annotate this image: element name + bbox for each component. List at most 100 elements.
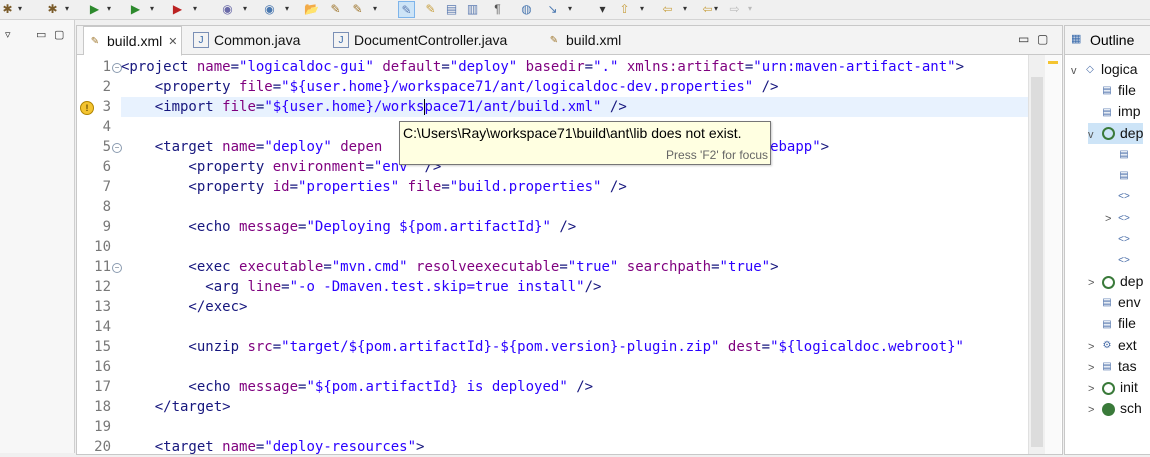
line-number: 13 xyxy=(94,299,111,315)
globe-icon[interactable]: ◍ xyxy=(519,2,534,16)
code-line[interactable]: <import file="${user.home}/workspace71/a… xyxy=(121,97,1029,117)
code-token-val: "true" xyxy=(719,259,771,275)
outline-tree-item[interactable]: > <> xyxy=(1105,207,1135,228)
editor-icon[interactable]: ▤ xyxy=(444,2,459,16)
outline-tree-item[interactable]: v dep xyxy=(1088,122,1144,146)
run-icon[interactable]: ▶ xyxy=(87,2,102,16)
outline-item-label: sch xyxy=(1120,400,1142,417)
code-line[interactable]: <echo message="${pom.artifactId} is depl… xyxy=(121,377,593,397)
code-line[interactable]: <arg line="-o -Dmaven.test.skip=true ins… xyxy=(121,277,601,297)
debug-icon[interactable]: ✱ xyxy=(0,2,15,16)
chevron-right-icon[interactable]: > xyxy=(1088,273,1100,294)
open-type-icon[interactable]: ✎ xyxy=(328,2,343,16)
outline-tree-item[interactable]: ▤ env xyxy=(1088,292,1140,313)
outline-tree-item[interactable]: > ▤ tas xyxy=(1088,356,1137,377)
outline-tree-item[interactable]: <> xyxy=(1105,250,1135,271)
error-hover-tooltip[interactable]: C:\Users\Ray\workspace71\build\ant\lib d… xyxy=(399,121,771,165)
chevron-right-icon[interactable]: > xyxy=(1088,400,1100,421)
outline-tree-item[interactable]: <> xyxy=(1105,186,1135,207)
pen-icon[interactable]: ✎ xyxy=(423,2,438,16)
forward-dropdown-icon[interactable]: ▾ xyxy=(712,2,720,16)
tab-build-xml[interactable]: ✎ build.xml ✕ xyxy=(83,26,183,56)
outline-tree-item[interactable]: > ⚙ ext xyxy=(1088,335,1137,356)
maximize-icon[interactable]: ▢ xyxy=(1037,32,1048,46)
forward-history-icon[interactable]: ⇨ xyxy=(727,2,742,16)
code-line[interactable]: <echo message="Deploying ${pom.artifactI… xyxy=(121,217,576,237)
minimize-icon[interactable]: ▭ xyxy=(36,28,46,41)
chevron-right-icon[interactable]: > xyxy=(1088,358,1100,379)
close-icon[interactable]: ✕ xyxy=(168,35,177,48)
new-java-class-icon[interactable]: ◉ xyxy=(220,2,235,16)
external-tools-icon[interactable]: ▶ xyxy=(170,2,185,16)
forward-history-dropdown-icon[interactable]: ▾ xyxy=(746,2,754,16)
build-icon[interactable]: ✎ xyxy=(350,2,365,16)
new-class-dropdown-icon[interactable]: ▾ xyxy=(241,2,249,16)
view-menu-icon[interactable]: ▿ xyxy=(5,28,11,41)
warning-marker-icon[interactable]: ! xyxy=(80,101,94,115)
code-line[interactable]: <property id="properties" file="build.pr… xyxy=(121,177,626,197)
code-line[interactable]: </target> xyxy=(121,397,231,417)
chevron-right-icon[interactable]: > xyxy=(1088,379,1100,400)
coverage-dropdown-icon[interactable]: ▾ xyxy=(148,2,156,16)
code-line[interactable]: </exec> xyxy=(121,297,247,317)
outline-tree-item[interactable]: > sch xyxy=(1088,398,1142,419)
bug-dropdown-icon[interactable]: ▾ xyxy=(63,2,71,16)
code-token-tag: </target> xyxy=(121,399,231,415)
block-selection-icon[interactable]: ▥ xyxy=(465,2,480,16)
chevron-down-icon[interactable]: v xyxy=(1071,61,1083,82)
back-icon[interactable]: ⇦ xyxy=(660,2,675,16)
outline-tree-item[interactable]: v ◇ logica xyxy=(1071,59,1138,80)
ant-target-icon xyxy=(1102,402,1115,416)
outline-tree-item[interactable]: ▤ xyxy=(1105,165,1135,186)
whitespace-icon[interactable]: ¶ xyxy=(490,2,505,16)
warning-overview-marker[interactable] xyxy=(1048,61,1058,64)
prev-annotation-dropdown-icon[interactable]: ▾ xyxy=(595,2,610,16)
chevron-right-icon[interactable]: > xyxy=(1105,209,1117,230)
outline-tree-item[interactable]: > dep xyxy=(1088,271,1143,292)
outline-tree-item[interactable]: ▤ file xyxy=(1088,80,1136,101)
overview-ruler[interactable] xyxy=(1045,55,1061,454)
scrollbar-thumb[interactable] xyxy=(1031,77,1043,447)
external-tools-dropdown-icon[interactable]: ▾ xyxy=(191,2,199,16)
tab-common-java[interactable]: J Common.java xyxy=(193,26,300,54)
code-line[interactable]: <target name="deploy-resources"> xyxy=(121,437,425,454)
code-line[interactable]: <unzip src="target/${pom.artifactId}-${p… xyxy=(121,337,964,357)
next-annotation-dropdown-icon[interactable]: ▾ xyxy=(566,2,574,16)
build-dropdown-icon[interactable]: ▾ xyxy=(371,2,379,16)
outline-tree-item[interactable]: ▤ file xyxy=(1088,313,1136,334)
back-dropdown-icon[interactable]: ▾ xyxy=(681,2,689,16)
next-annotation-icon[interactable]: ↘ xyxy=(545,2,560,16)
chevron-right-icon[interactable]: > xyxy=(1088,337,1100,358)
tab-build-xml-2[interactable]: ✎ build.xml xyxy=(547,26,621,54)
code-line[interactable]: <property environment="env" /> xyxy=(121,157,441,177)
bug-icon[interactable]: ✱ xyxy=(45,2,60,16)
code-line[interactable]: <property file="${user.home}/workspace71… xyxy=(121,77,779,97)
code-line[interactable]: <exec executable="mvn.cmd" resolveexecut… xyxy=(121,257,778,277)
debug-dropdown-icon[interactable]: ▾ xyxy=(16,2,24,16)
code-text-area[interactable]: <project name="logicaldoc-gui" default="… xyxy=(121,55,1029,454)
outline-tree-item[interactable]: > init xyxy=(1088,377,1138,398)
last-edit-icon[interactable]: ⇧ xyxy=(617,2,632,16)
tab-documentcontroller-java[interactable]: J DocumentController.java xyxy=(333,26,507,54)
maximize-icon[interactable]: ▢ xyxy=(54,28,64,41)
last-edit-dropdown-icon[interactable]: ▾ xyxy=(638,2,646,16)
new-package-icon[interactable]: ◉ xyxy=(262,2,277,16)
open-folder-icon[interactable]: 📂 xyxy=(304,2,319,16)
coverage-icon[interactable]: ▶ xyxy=(128,2,143,16)
vertical-scrollbar[interactable] xyxy=(1028,55,1045,454)
outline-tree-item[interactable]: <> xyxy=(1105,229,1135,250)
chevron-down-icon[interactable]: v xyxy=(1088,125,1100,146)
main-toolbar: ✱ ▾ ✱ ▾ ▶ ▾ ▶ ▾ ▶ ▾ ◉ ▾ ◉ ▾ 📂 ✎ ✎ ▾ ✎ ✎ … xyxy=(0,0,1150,20)
line-number: 6 xyxy=(102,159,111,175)
code-token-val: "true" xyxy=(567,259,619,275)
outline-tree-item[interactable]: ▤ xyxy=(1105,144,1135,165)
code-line[interactable]: <project name="logicaldoc-gui" default="… xyxy=(121,57,964,77)
code-token-val: pace71/ant/build.xml" xyxy=(424,99,602,115)
new-package-dropdown-icon[interactable]: ▾ xyxy=(283,2,291,16)
outline-tree-item[interactable]: ▤ imp xyxy=(1088,101,1140,122)
minimize-icon[interactable]: ▭ xyxy=(1018,32,1029,46)
code-token-attr: executable xyxy=(239,259,324,275)
tab-label: build.xml xyxy=(107,33,163,49)
toggle-mark-occurrences-icon[interactable]: ✎ xyxy=(398,1,415,18)
run-dropdown-icon[interactable]: ▾ xyxy=(105,2,113,16)
